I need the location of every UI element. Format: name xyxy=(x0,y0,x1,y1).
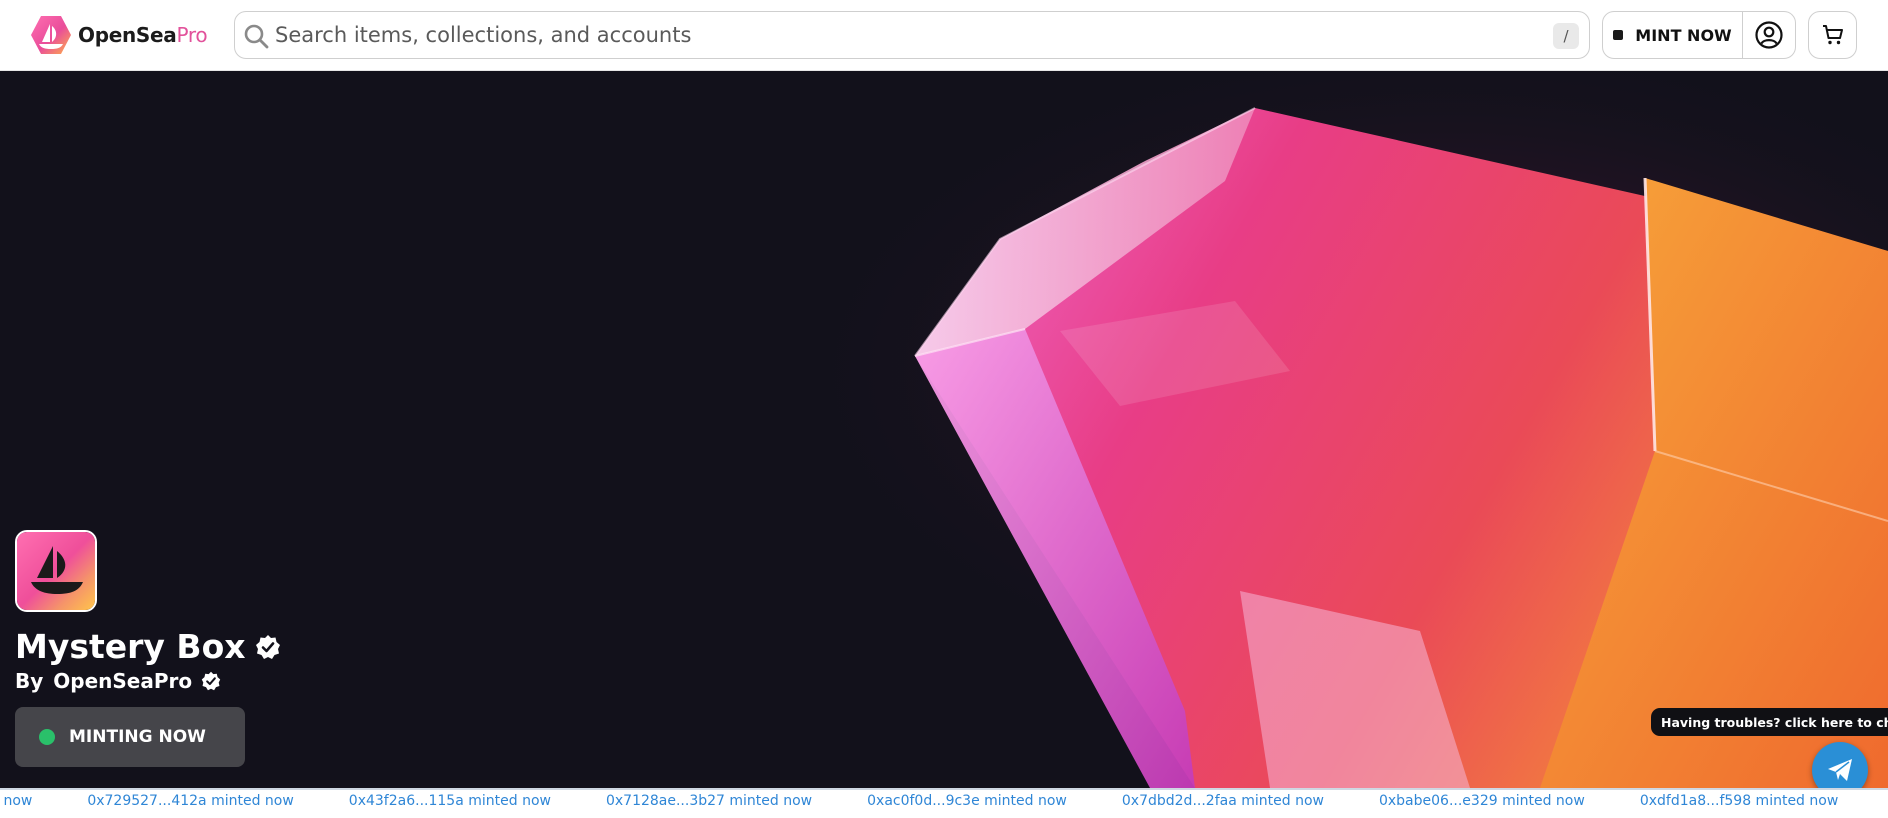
ticker-track: ted now 0x729527...412a minted now 0x43f… xyxy=(0,793,1888,809)
ticker-item: 0x7128ae...3b27 minted now xyxy=(605,793,813,809)
search-bar[interactable]: / xyxy=(234,11,1590,59)
minting-status-badge: MINTING NOW xyxy=(15,707,245,767)
paper-plane-icon xyxy=(1828,759,1852,781)
mint-now-button[interactable]: MINT NOW xyxy=(1603,12,1743,58)
user-circle-icon xyxy=(1755,21,1783,49)
search-icon xyxy=(244,24,269,49)
ticker-item: 0xdfd1a8...f598 minted now xyxy=(1639,793,1839,809)
mint-activity-ticker: ted now 0x729527...412a minted now 0x43f… xyxy=(0,788,1888,812)
opensea-ship-logo-icon xyxy=(17,532,95,610)
crystal-gem-banner-image xyxy=(0,71,1888,788)
opensea-pro-logo[interactable]: OpenSeaPro xyxy=(30,15,208,55)
ticker-item: 0x729527...412a minted now xyxy=(87,793,294,809)
account-button[interactable] xyxy=(1743,12,1795,58)
collection-avatar xyxy=(15,530,97,612)
search-shortcut-key: / xyxy=(1553,23,1579,49)
minting-status-label: MINTING NOW xyxy=(69,727,206,747)
ticker-item: 0xbabe06...e329 minted now xyxy=(1378,793,1585,809)
square-dot-icon xyxy=(1613,30,1624,40)
mint-account-group: MINT NOW xyxy=(1602,11,1796,59)
cart-button[interactable] xyxy=(1808,11,1857,59)
ticker-item: 0xac0f0d...9c3e minted now xyxy=(867,793,1067,809)
mint-now-label: MINT NOW xyxy=(1635,25,1732,45)
live-status-dot-icon xyxy=(39,729,55,745)
by-label: By xyxy=(15,669,44,693)
brand-name: OpenSea xyxy=(78,23,177,47)
ticker-item: 0x7dbd2d...2faa minted now xyxy=(1121,793,1324,809)
ticker-item: ted now xyxy=(0,793,33,809)
brand-suffix: Pro xyxy=(176,23,208,47)
creator-row: By OpenSeaPro xyxy=(15,669,221,693)
verified-badge-icon xyxy=(201,671,221,691)
collection-title-row: Mystery Box xyxy=(15,627,281,666)
top-header: OpenSeaPro / MINT NOW xyxy=(0,0,1888,71)
collection-title: Mystery Box xyxy=(15,627,246,666)
chat-help-tooltip[interactable]: Having troubles? click here to chat xyxy=(1651,708,1888,736)
verified-badge-icon xyxy=(255,634,280,659)
collection-hero-banner: Mystery Box By OpenSeaPro MINTING NOW Ha… xyxy=(0,71,1888,788)
creator-link[interactable]: OpenSeaPro xyxy=(53,669,192,693)
search-input[interactable] xyxy=(275,18,1515,52)
ticker-item: 0x43f2a6...115a minted now xyxy=(348,793,551,809)
cart-icon xyxy=(1822,25,1843,45)
opensea-logo-icon xyxy=(31,16,71,54)
